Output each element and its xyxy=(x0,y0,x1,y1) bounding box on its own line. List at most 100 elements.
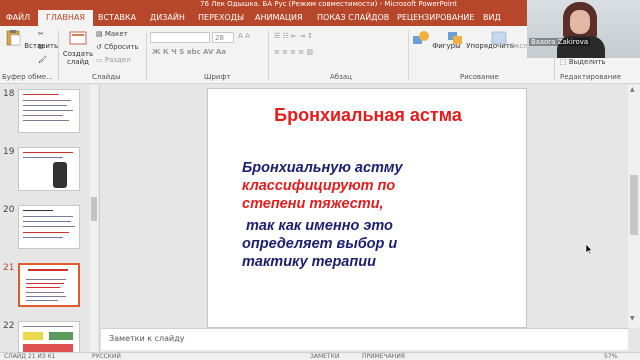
thumb-number: 19 xyxy=(3,147,15,157)
tab-view[interactable]: ВИД xyxy=(483,10,501,26)
tab-animation[interactable]: АНИМАЦИЯ xyxy=(255,10,303,26)
thumb-text-line xyxy=(23,100,71,101)
font-format-icons[interactable]: Ж К Ч S abc AV Aa xyxy=(152,48,226,56)
clipboard-group-label: Буфер обме... xyxy=(2,73,53,81)
thumb-box xyxy=(49,332,73,340)
current-slide[interactable]: Бронхиальная астма Бронхиальную астму кл… xyxy=(207,88,527,328)
cut-icon[interactable]: ✂ xyxy=(38,30,44,38)
tab-transitions[interactable]: ПЕРЕХОДЫ xyxy=(198,10,244,26)
status-notes-button[interactable]: ЗАМЕТКИ xyxy=(310,353,339,360)
webcam-name: Baxora Zakirova xyxy=(529,38,591,46)
shapes-icon xyxy=(413,31,429,44)
thumb-box xyxy=(23,332,43,340)
thumb-text-line xyxy=(26,296,66,297)
slide-thumbnail-19[interactable] xyxy=(18,147,80,191)
thumb-text-line xyxy=(23,105,67,106)
thumb-text-line xyxy=(23,221,71,222)
paste-button[interactable]: Вставить xyxy=(4,30,58,50)
slide-thumbnail-21[interactable] xyxy=(18,263,80,307)
font-size-box[interactable]: 28 xyxy=(212,32,234,43)
slide-body[interactable]: Бронхиальную астму классифицируют по сте… xyxy=(242,159,512,271)
list-icons[interactable]: ☰ ☷ ⇤ ⇥ ↕ xyxy=(274,32,313,40)
slide-body-line: Бронхиальную астму xyxy=(242,160,403,176)
status-language[interactable]: РУССКИЙ xyxy=(92,353,121,360)
thumb-number: 21 xyxy=(3,263,15,273)
thumb-number: 22 xyxy=(3,321,15,331)
status-zoom[interactable]: 57% xyxy=(604,353,617,360)
thumbnails-scroll-thumb[interactable] xyxy=(91,197,97,221)
slide-title[interactable]: Бронхиальная астма xyxy=(208,105,528,126)
notes-pane[interactable]: Заметки к слайду xyxy=(101,328,628,350)
slide-body-line: тактику терапии xyxy=(242,254,376,270)
quick-styles-button[interactable]: Экспресс-стили xyxy=(490,30,568,50)
status-bar: СЛАЙД 21 ИЗ 61 РУССКИЙ ЗАМЕТКИ ПРИМЕЧАНИ… xyxy=(0,352,640,360)
font-name-box[interactable] xyxy=(150,32,210,43)
slide-thumbnail-20[interactable] xyxy=(18,205,80,249)
thumb-text-line xyxy=(26,283,64,284)
reset-label: Сбросить xyxy=(104,43,139,51)
reset-button[interactable]: ↺ Сбросить xyxy=(96,43,139,51)
slide-thumbnail-22[interactable] xyxy=(18,321,80,355)
tab-home[interactable]: ГЛАВНАЯ xyxy=(38,10,93,26)
webcam-overlay: Baxora Zakirova xyxy=(527,0,640,58)
section-label: Раздел xyxy=(104,56,131,64)
arrange-button[interactable]: Упорядочить xyxy=(446,30,514,50)
thumbnails-scrollbar[interactable] xyxy=(90,85,98,355)
tab-insert[interactable]: ВСТАВКА xyxy=(98,10,136,26)
tab-review[interactable]: РЕЦЕНЗИРОВАНИЕ xyxy=(397,10,474,26)
paragraph-group-label: Абзац xyxy=(330,73,352,81)
new-slide-icon xyxy=(69,31,87,45)
paste-icon xyxy=(6,30,21,46)
scroll-up-icon[interactable]: ▲ xyxy=(630,86,635,93)
editing-group-label: Редактирование xyxy=(560,73,622,81)
thumb-text-line xyxy=(23,210,53,211)
format-painter-icon[interactable]: 🖌 xyxy=(38,56,47,64)
font-grow-icon[interactable]: A A xyxy=(238,32,250,40)
divider xyxy=(58,30,59,80)
scroll-down-icon[interactable]: ▼ xyxy=(630,315,635,322)
select-button[interactable]: ⬚ Выделить xyxy=(560,58,606,66)
editor-scrollbar[interactable]: ▲ ▼ xyxy=(628,85,640,328)
section-button[interactable]: ▭ Раздел xyxy=(96,56,131,64)
layout-button[interactable]: ▤ Макет xyxy=(96,30,128,38)
new-slide-label: Создать слайд xyxy=(62,50,94,66)
webcam-person-face xyxy=(570,10,590,34)
slide-thumbnails-panel: 18 19 20 21 22 xyxy=(0,85,100,355)
slide-thumbnail-18[interactable] xyxy=(18,89,80,133)
notes-placeholder: Заметки к слайду xyxy=(109,334,185,343)
divider xyxy=(146,30,147,80)
editor-scroll-thumb[interactable] xyxy=(630,175,638,235)
thumb-text-line xyxy=(26,287,60,288)
layout-label: Макет xyxy=(104,30,128,38)
reset-icon: ↺ xyxy=(96,43,105,51)
status-comments-button[interactable]: ПРИМЕЧАНИЯ xyxy=(362,353,405,360)
shapes-button[interactable]: Фигуры xyxy=(412,30,461,50)
divider xyxy=(408,30,409,80)
thumb-figure xyxy=(53,162,67,188)
slide-body-line: так как именно это xyxy=(246,218,393,234)
font-group-label: Шрифт xyxy=(204,73,231,81)
tab-design[interactable]: ДИЗАЙН xyxy=(150,10,185,26)
drawing-group-label: Рисование xyxy=(460,73,499,81)
thumb-text-line xyxy=(23,237,63,238)
tab-file[interactable]: ФАЙЛ xyxy=(0,10,36,26)
copy-icon[interactable]: ⧉ xyxy=(38,43,43,52)
thumb-text-line xyxy=(26,292,64,293)
align-icons[interactable]: ≡ ≡ ≡ ≡ ▥ xyxy=(274,48,313,56)
new-slide-button[interactable]: Создать слайд xyxy=(62,30,94,66)
slide-editor: Бронхиальная астма Бронхиальную астму кл… xyxy=(101,85,640,328)
thumb-box xyxy=(23,344,73,352)
thumb-text-line xyxy=(28,269,68,271)
thumb-text-line xyxy=(23,226,75,227)
slide-body-line: степени тяжести, xyxy=(242,196,384,212)
quick-styles-icon xyxy=(491,31,507,45)
divider xyxy=(268,30,269,80)
layout-icon: ▤ xyxy=(96,30,105,38)
slide-body-line: классифицируют по xyxy=(242,178,396,194)
powerpoint-window: 76 Лек Одышка. БА Рус (Режим совместимос… xyxy=(0,0,640,360)
slide-body-line: определяет выбор и xyxy=(242,236,398,252)
tab-slideshow[interactable]: ПОКАЗ СЛАЙДОВ xyxy=(317,10,389,26)
thumb-number: 18 xyxy=(3,89,15,99)
arrange-icon xyxy=(448,32,462,44)
select-label: Выделить xyxy=(568,58,606,66)
